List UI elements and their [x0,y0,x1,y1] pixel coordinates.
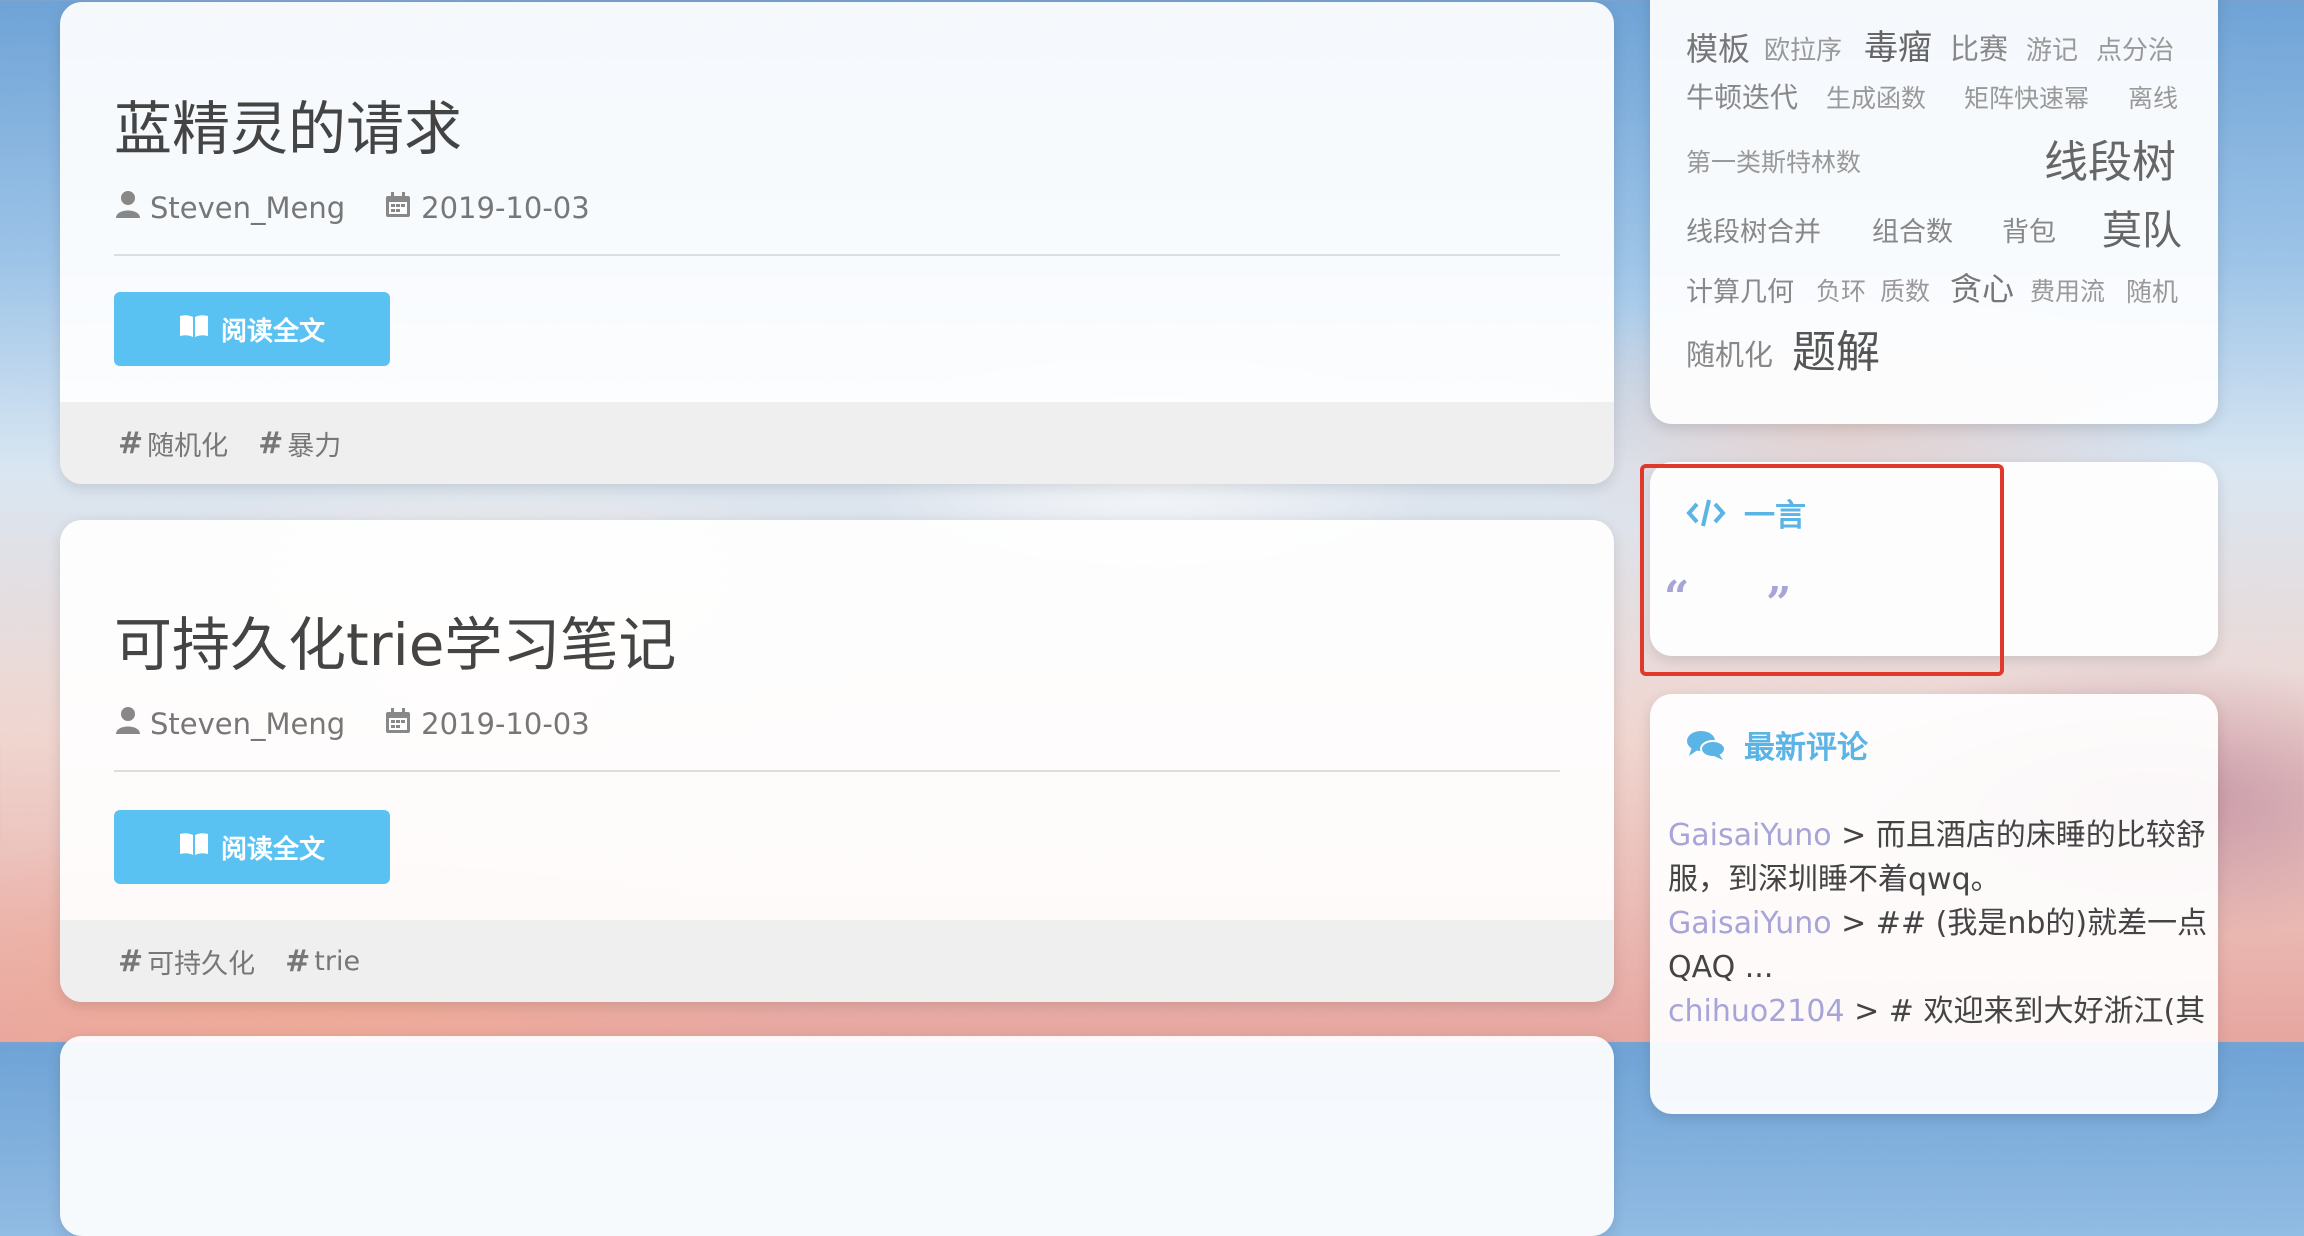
tag-cloud-word[interactable]: 质数 [1880,272,1930,308]
hash-icon: # [258,425,284,461]
book-open-icon [179,832,209,863]
user-icon [116,190,140,225]
tag-cloud-word[interactable]: 离线 [2128,79,2178,115]
tag-cloud-word[interactable]: 生成函数 [1826,79,1926,115]
hash-icon: # [118,425,144,461]
tag-cloud-word[interactable]: 线段树合并 [1686,210,1821,249]
divider [114,254,1560,256]
post-tags: # 可持久化 # trie [60,920,1614,1002]
post-date-wrap: 2019-10-03 [385,191,590,225]
read-more-button[interactable]: 阅读全文 [114,810,390,884]
calendar-icon [385,191,411,225]
read-more-button[interactable]: 阅读全文 [114,292,390,366]
tag-cloud-word[interactable]: 牛顿迭代 [1686,76,1798,116]
recent-comments-widget: 最新评论 GaisaiYuno > 而且酒店的床睡的比较舒服，到深圳睡不着qwq… [1650,694,2218,1114]
tag-cloud-word[interactable]: 莫队 [2102,198,2182,256]
tag-cloud-word[interactable]: 游记 [2026,30,2078,67]
tag-link[interactable]: # 可持久化 [118,942,255,981]
tag-label: trie [314,945,361,977]
comment-user[interactable]: chihuo2104 [1668,994,1845,1029]
post-card: 蓝精灵的请求 Steven_Meng 2019-10-03 阅读全文 # 随机化 … [60,2,1614,484]
comment-item[interactable]: GaisaiYuno > ## (我是nb的)就差一点QAQ ... [1668,902,2208,990]
post-card [60,1036,1614,1236]
user-icon [116,706,140,741]
tag-cloud-word[interactable]: 模板 [1686,24,1750,70]
post-date: 2019-10-03 [421,190,590,225]
tag-cloud-word[interactable]: 组合数 [1872,210,1953,249]
tag-cloud-word[interactable]: 计算几何 [1686,270,1794,309]
tag-link[interactable]: # trie [285,944,360,979]
tag-cloud-word[interactable]: 毒瘤 [1864,20,1932,69]
hash-icon: # [118,943,144,979]
tag-cloud-word[interactable]: 线段树 [2044,126,2176,190]
tag-label: 暴力 [287,430,342,462]
read-more-label: 阅读全文 [220,834,325,865]
tag-cloud-word[interactable]: 第一类斯特林数 [1686,143,1861,179]
highlight-box [1640,464,2004,676]
tag-link[interactable]: # 暴力 [258,424,341,463]
post-author[interactable]: Steven_Meng [150,707,345,741]
comment-user[interactable]: GaisaiYuno [1668,818,1832,853]
widget-header: 最新评论 [1686,722,1868,767]
comments-icon [1686,729,1726,761]
tag-cloud-word[interactable]: 欧拉序 [1764,30,1842,67]
tag-cloud-word[interactable]: 贪心 [1950,264,2014,310]
tag-cloud-word[interactable]: 费用流 [2030,272,2105,308]
tag-cloud-widget: 模板 欧拉序 毒瘤 比赛 游记 点分治 牛顿迭代 生成函数 矩阵快速幂 离线 第… [1650,0,2218,424]
comment-item[interactable]: GaisaiYuno > 而且酒店的床睡的比较舒服，到深圳睡不着qwq。 [1668,814,2208,902]
post-meta: Steven_Meng 2019-10-03 [116,706,590,741]
tag-link[interactable]: # 随机化 [118,424,228,463]
tag-cloud-word[interactable]: 随机化 [1686,332,1773,374]
comment-text: > # 欢迎来到大好浙江(其 [1844,994,2206,1029]
post-title[interactable]: 蓝精灵的请求 [114,82,462,166]
read-more-label: 阅读全文 [220,316,325,347]
widget-title: 最新评论 [1744,730,1868,766]
post-title[interactable]: 可持久化trie学习笔记 [114,598,676,682]
post-date: 2019-10-03 [421,706,590,741]
post-tags: # 随机化 # 暴力 [60,402,1614,484]
tag-cloud-word[interactable]: 随机 [2126,272,2178,309]
calendar-icon [385,707,411,741]
post-card: 可持久化trie学习笔记 Steven_Meng 2019-10-03 阅读全文… [60,520,1614,1002]
tag-label: 可持久化 [147,948,256,980]
tag-cloud-word[interactable]: 负环 [1816,272,1866,308]
book-open-icon [179,314,209,345]
tag-cloud-word[interactable]: 题解 [1792,316,1880,380]
post-author[interactable]: Steven_Meng [150,191,345,225]
post-date-wrap: 2019-10-03 [385,707,590,741]
tag-cloud-word[interactable]: 比赛 [1950,26,2008,68]
tag-cloud-word[interactable]: 点分治 [2096,30,2174,67]
hash-icon: # [285,943,311,979]
tag-label: 随机化 [147,430,229,462]
post-meta: Steven_Meng 2019-10-03 [116,190,590,225]
tag-cloud-word[interactable]: 背包 [2002,210,2056,249]
comment-item[interactable]: chihuo2104 > # 欢迎来到大好浙江(其 [1668,990,2208,1034]
divider [114,770,1560,772]
tag-cloud-word[interactable]: 矩阵快速幂 [1964,79,2089,115]
comment-user[interactable]: GaisaiYuno [1668,906,1832,941]
